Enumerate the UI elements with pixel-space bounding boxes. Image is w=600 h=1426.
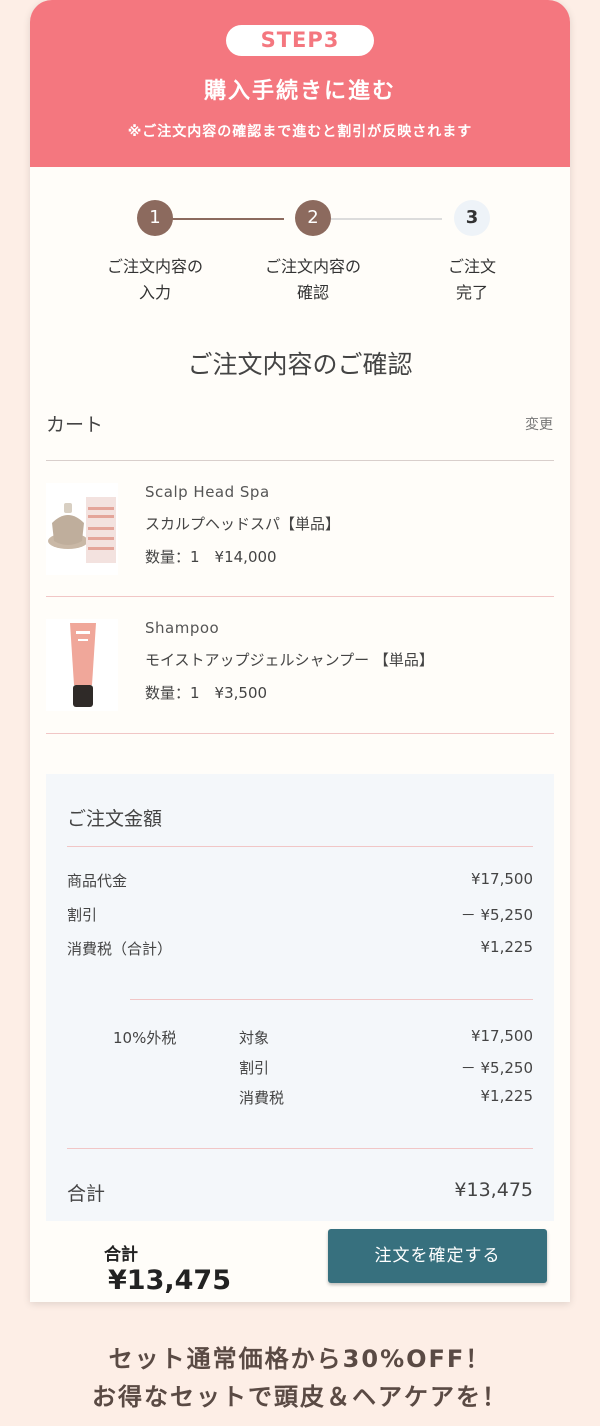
summary-row-tax: 消費税（合計） ¥1,225 bbox=[67, 938, 533, 959]
cart-item: Shampoo モイストアップジェルシャンプー 【単品】 数量：1 ¥3,500 bbox=[46, 619, 554, 719]
tax-row-discount: 割引 － ¥5,250 bbox=[239, 1057, 533, 1078]
footer-total-value: ¥13,475 bbox=[108, 1265, 231, 1296]
summary-row-value: ¥17,500 bbox=[470, 870, 533, 888]
step-2-label-line1: ご注文内容の bbox=[264, 257, 361, 276]
item-name-jp: モイストアップジェルシャンプー 【単品】 bbox=[145, 651, 434, 669]
header-title: 購入手続きに進む bbox=[203, 79, 396, 104]
summary-row-label: 商品代金 bbox=[67, 872, 128, 890]
tax-row-value: ¥1,225 bbox=[480, 1087, 534, 1105]
progress-steps: 1 2 3 ご注文内容の 入力 ご注文内容の 確認 ご注文 完了 bbox=[30, 200, 570, 310]
step-connector-2 bbox=[330, 218, 442, 220]
tax-row-target: 対象 ¥17,500 bbox=[239, 1027, 533, 1048]
summary-row-label: 割引 bbox=[67, 906, 98, 924]
summary-title: ご注文金額 bbox=[67, 808, 163, 830]
tax-row-value: － ¥5,250 bbox=[460, 1059, 533, 1077]
summary-total: 合計 ¥13,475 bbox=[67, 1179, 533, 1206]
step-2-label: ご注文内容の 確認 bbox=[243, 254, 383, 306]
tax-row-label: 割引 bbox=[239, 1059, 270, 1077]
tax-row-tax: 消費税 ¥1,225 bbox=[239, 1087, 533, 1108]
item-name-en: Scalp Head Spa bbox=[145, 483, 270, 501]
product-image-scalp-head-spa bbox=[46, 483, 118, 575]
item-name-en: Shampoo bbox=[145, 619, 220, 637]
step-1-label-line1: ご注文内容の bbox=[106, 257, 203, 276]
promo-line-1: セット通常価格から30%OFF！ bbox=[108, 1345, 492, 1373]
item-divider bbox=[46, 596, 554, 597]
tax-row-label: 対象 bbox=[239, 1029, 270, 1047]
tax-row-label: 消費税 bbox=[239, 1089, 285, 1107]
cart-divider-top bbox=[46, 460, 554, 461]
summary-row-discount: 割引 － ¥5,250 bbox=[67, 904, 533, 925]
step-1-circle: 1 bbox=[137, 200, 173, 236]
summary-divider bbox=[67, 846, 533, 847]
order-summary: ご注文金額 商品代金 ¥17,500 割引 － ¥5,250 消費税（合計） ¥… bbox=[46, 774, 554, 1221]
step-3-circle: 3 bbox=[454, 200, 490, 236]
step-2-label-line2: 確認 bbox=[296, 283, 329, 302]
product-image-shampoo bbox=[46, 619, 118, 711]
step-1-label-line2: 入力 bbox=[138, 283, 171, 302]
summary-row-subtotal: 商品代金 ¥17,500 bbox=[67, 870, 533, 891]
step-badge: STEP3 bbox=[226, 25, 374, 56]
cart-label: カート bbox=[46, 414, 104, 436]
tax-divider bbox=[130, 999, 533, 1000]
header-note: ※ご注文内容の確認まで進むと割引が反映されます bbox=[127, 124, 473, 140]
checkout-header: STEP3 購入手続きに進む ※ご注文内容の確認まで進むと割引が反映されます bbox=[30, 0, 570, 167]
step-3-label: ご注文 完了 bbox=[402, 254, 542, 306]
step-3-label-line2: 完了 bbox=[455, 283, 488, 302]
item-name-jp: スカルプヘッドスパ【単品】 bbox=[145, 515, 341, 533]
item-divider bbox=[46, 733, 554, 734]
step-3-label-line1: ご注文 bbox=[447, 257, 496, 276]
summary-row-value: ¥1,225 bbox=[480, 938, 534, 956]
step-2-circle: 2 bbox=[295, 200, 331, 236]
summary-row-value: － ¥5,250 bbox=[460, 906, 533, 924]
footer-total-label: 合計 bbox=[104, 1245, 138, 1265]
promo-line-2: お得なセットで頭皮＆ヘアケアを！ bbox=[92, 1383, 508, 1411]
change-cart-link[interactable]: 変更 bbox=[525, 414, 553, 434]
footer-total: 合計¥13,475 bbox=[104, 1240, 264, 1296]
confirm-order-button[interactable]: 注文を確定する bbox=[328, 1229, 547, 1283]
tax-rate-label: 10%外税 bbox=[113, 1029, 177, 1047]
cart-item: Scalp Head Spa スカルプヘッドスパ【単品】 数量：1 ¥14,00… bbox=[46, 483, 554, 583]
summary-row-label: 消費税（合計） bbox=[67, 940, 173, 958]
item-qty-price: 数量：1 ¥14,000 bbox=[145, 548, 277, 566]
tax-row-value: ¥17,500 bbox=[470, 1027, 533, 1045]
checkout-card: STEP3 購入手続きに進む ※ご注文内容の確認まで進むと割引が反映されます 1… bbox=[30, 0, 570, 1302]
promo-text: セット通常価格から30%OFF！ お得なセットで頭皮＆ヘアケアを！ bbox=[0, 1340, 600, 1416]
total-divider bbox=[67, 1148, 533, 1149]
item-qty-price: 数量：1 ¥3,500 bbox=[145, 684, 268, 702]
summary-total-value: ¥13,475 bbox=[454, 1179, 533, 1201]
step-1-label: ご注文内容の 入力 bbox=[85, 254, 225, 306]
step-connector-1 bbox=[172, 218, 284, 220]
page-title: ご注文内容のご確認 bbox=[187, 350, 413, 379]
summary-total-label: 合計 bbox=[67, 1183, 106, 1205]
